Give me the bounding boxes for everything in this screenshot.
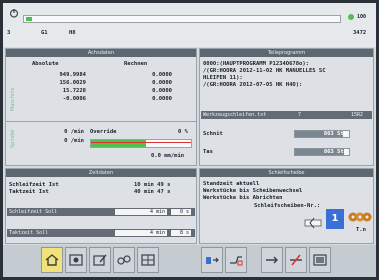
- axis-abs-4: -0.0006: [62, 96, 86, 102]
- feed-speed: 0.0 mm/min: [151, 153, 185, 159]
- program-status-row[interactable]: Werkzeugschleifen.txt 7 15R2: [201, 111, 372, 119]
- wheel-line-1: Standzeit aktuell: [203, 181, 260, 187]
- feed-panel: Spindel 0 /min 0 /min Override 0 % 0.0 m…: [5, 121, 197, 166]
- axis-abs-1: 949.9984: [59, 72, 87, 78]
- top-mid2-label: H8: [69, 30, 76, 36]
- grind-time-soll-sec[interactable]: 0 s: [171, 209, 191, 215]
- axis-rech-4: 0.0000: [152, 96, 172, 102]
- axis-rech-3: 0.0000: [152, 88, 172, 94]
- grind-time-ist-label: Schleifzeit Ist: [9, 182, 59, 188]
- toolbar-axes-button[interactable]: [65, 247, 87, 273]
- top-right-count: 3472: [353, 30, 367, 36]
- rechnen-col-header: Rechnen: [124, 61, 148, 67]
- axis-abs-2: 156.0029: [59, 80, 87, 86]
- toolbar-arrow-button[interactable]: [261, 247, 283, 273]
- top-left-number: 3: [7, 30, 11, 36]
- arrow-right-icon: [266, 256, 278, 264]
- spindle-load-bar: [23, 15, 341, 23]
- wheel-stack-icon: [348, 210, 372, 224]
- program-icon: [93, 254, 107, 266]
- counter1-value: 863 Stk: [323, 131, 347, 137]
- program-line-1: 0000:(HAUPTPROGRAMM P1234O678o):: [203, 61, 309, 67]
- axis-rech-1: 0.0000: [152, 72, 172, 78]
- counter1-bar: 863 Stk: [294, 130, 350, 138]
- time-data-header: Zeitdaten: [6, 169, 196, 177]
- wheel-line-3: Werkstücke bis Abrichten: [203, 195, 283, 201]
- wheel-line-2: Werkstücke bis Scheibenwechsel: [203, 188, 303, 194]
- settings-icon: [141, 254, 155, 266]
- status-dot-icon: [348, 14, 354, 20]
- wheel-nr-value[interactable]: 1: [326, 209, 344, 229]
- toolbar-tool-button[interactable]: [113, 247, 135, 273]
- top-mid-label: G1: [41, 30, 48, 36]
- program-line-3: HLEIFEN 11):: [203, 75, 243, 81]
- cycle-time-soll-row[interactable]: Taktzeit Soll 4 min 8 s: [7, 229, 195, 237]
- override-bar: [90, 139, 192, 148]
- part-program-header: Teileprogramm: [200, 49, 373, 57]
- axis-data-header: Achsdaten: [6, 49, 196, 57]
- axis-rech-2: 0.0000: [152, 80, 172, 86]
- axis-abs-3: 15.7228: [62, 88, 86, 94]
- feed-rate-1: 0 /min: [64, 129, 84, 135]
- wheel-nr-label: Schleifscheiben-Nr.:: [254, 203, 321, 209]
- toolbar-display-button[interactable]: [309, 247, 331, 273]
- grind-time-soll-min[interactable]: 4 min: [115, 209, 167, 215]
- wheel-arrow-icon[interactable]: [304, 217, 322, 229]
- counter2-label: Tas: [203, 149, 213, 155]
- toolbar-program-button[interactable]: [89, 247, 111, 273]
- display-icon: [313, 254, 327, 266]
- toolbar-settings-button[interactable]: [137, 247, 159, 273]
- axes-icon: [69, 254, 83, 266]
- feed-side-label: Spindel: [10, 129, 16, 148]
- part-program-panel: Teileprogramm 0000:(HAUPTPROGRAMM P1234O…: [199, 48, 374, 166]
- toolbar-wheel-button[interactable]: [225, 247, 247, 273]
- cycle-time-soll-sec[interactable]: 8 s: [171, 230, 191, 236]
- grind-time-ist-value: 10 min 49 s: [134, 182, 171, 188]
- align-icon: [206, 257, 219, 264]
- grind-time-soll-row[interactable]: Schleifzeit Soll 4 min 0 s: [7, 208, 195, 216]
- counter1-label: Schnit: [203, 131, 223, 137]
- time-data-panel: Zeitdaten Schleifzeit Ist 10 min 49 s Ta…: [5, 168, 197, 244]
- override-label: Override: [90, 129, 117, 135]
- wheel-icon: [230, 256, 243, 266]
- toolbar-home-button[interactable]: [41, 247, 63, 273]
- grinding-wheel-panel: Schleifscheibe Standzeit aktuell Werkstü…: [199, 168, 374, 244]
- cycle-time-soll-min[interactable]: 4 min: [115, 230, 167, 236]
- counter2-bar: 863 Stk: [294, 148, 350, 156]
- top-right-value: 100: [357, 14, 367, 20]
- toolbar-align-button[interactable]: [201, 247, 223, 273]
- axes-side-label: Maschine: [10, 87, 16, 111]
- grinding-wheel-header: Schleifscheibe: [200, 169, 373, 177]
- override-value: 0 %: [178, 129, 188, 135]
- program-num2: 15R2: [351, 112, 364, 118]
- counter2-value: 863 Stk: [323, 149, 347, 155]
- cycle-time-soll-label: Taktzeit Soll: [9, 230, 49, 236]
- tool-icon: [117, 255, 131, 265]
- grind-time-soll-label: Schleifzeit Soll: [9, 209, 58, 215]
- program-line-4: /(GR:HOORA 2012-07-05 HK H4O):: [203, 82, 303, 88]
- wheel-icon-label: T.n: [356, 227, 366, 233]
- program-line-2: /(GR:HOORA 2012-11-02 HK MANUELLES SC: [203, 68, 326, 74]
- absolute-col-header: Absolute: [32, 61, 59, 67]
- feed-rate-2: 0 /min: [64, 138, 84, 144]
- home-icon: [45, 254, 59, 266]
- toolbar-disable-button[interactable]: [285, 247, 307, 273]
- disable-icon: [290, 254, 302, 266]
- top-status-bar: 100 3 G1 H8 3472: [3, 3, 376, 47]
- power-icon: [9, 8, 19, 18]
- cycle-time-ist-label: Taktzeit Ist: [9, 189, 49, 195]
- program-file-label: Werkzeugschleifen.txt: [203, 112, 267, 118]
- program-num1: 7: [298, 112, 302, 118]
- cycle-time-ist-value: 40 min 47 s: [134, 189, 171, 195]
- hmi-screen: 100 3 G1 H8 3472 Achsdaten Absolute Rech…: [3, 3, 376, 277]
